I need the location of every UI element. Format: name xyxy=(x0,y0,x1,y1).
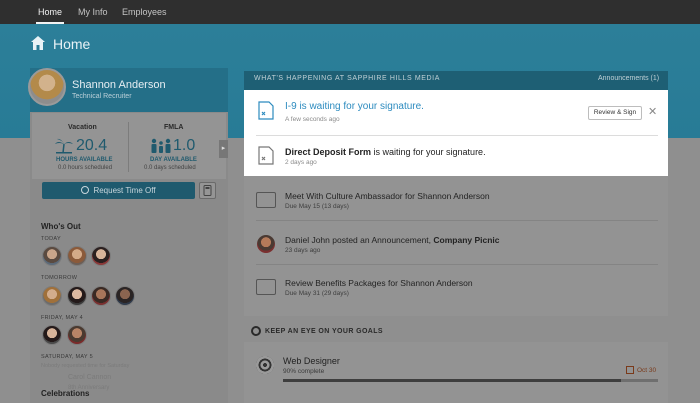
author-avatar[interactable] xyxy=(257,235,275,253)
goal-progress-fill xyxy=(283,379,621,382)
divider xyxy=(256,135,658,136)
feed-item-title[interactable]: Direct Deposit Form is waiting for your … xyxy=(285,147,486,157)
whos-out-avatar[interactable] xyxy=(91,286,111,306)
id-card-icon xyxy=(256,192,276,208)
calculator-button[interactable] xyxy=(199,182,216,199)
fmla-label: FMLA xyxy=(164,124,184,131)
whos-out-title: Who's Out xyxy=(41,222,81,231)
review-sign-button[interactable]: Review & Sign xyxy=(588,106,642,120)
goals-section-title: KEEP AN EYE ON YOUR GOALS xyxy=(265,328,384,335)
fmla-value: 1.0 xyxy=(173,137,196,154)
whos-out-avatar[interactable] xyxy=(42,286,62,306)
nav-home[interactable]: Home xyxy=(35,0,65,24)
page-title: Home xyxy=(53,36,91,52)
celebrations-title: Celebrations xyxy=(41,389,90,398)
feed-item-time: 23 days ago xyxy=(285,247,321,254)
nav-my-info[interactable]: My Info xyxy=(78,0,108,24)
nav-employees[interactable]: Employees xyxy=(122,0,167,24)
whos-out-day-saturday: SATURDAY, MAY 5 xyxy=(41,354,93,360)
vacation-unit: HOURS AVAILABLE xyxy=(56,157,113,163)
calendar-plus-icon xyxy=(81,186,90,194)
chevron-right-icon[interactable]: ▸ xyxy=(219,140,228,158)
request-time-off-label: Request Time Off xyxy=(93,186,156,195)
document-icon xyxy=(258,146,274,165)
feed-item-bold: Direct Deposit Form xyxy=(285,147,372,157)
document-icon xyxy=(258,101,274,120)
stat-divider xyxy=(128,122,129,172)
palm-tree-icon xyxy=(55,138,73,154)
whos-out-avatar[interactable] xyxy=(42,325,62,345)
feed-item-title[interactable]: Meet With Culture Ambassador for Shannon… xyxy=(285,191,490,201)
vacation-value: 20.4 xyxy=(76,137,108,154)
feed-item-title[interactable]: Daniel John posted an Announcement, Comp… xyxy=(285,235,500,245)
calendar-icon xyxy=(626,366,634,374)
whos-out-day-today: TODAY xyxy=(41,236,61,242)
fmla-unit: DAY AVAILABLE xyxy=(150,157,197,163)
divider xyxy=(256,220,658,221)
whos-out-avatar[interactable] xyxy=(115,286,135,306)
celebration-name: Carol Cannon xyxy=(68,374,112,381)
vacation-scheduled: 0.0 hours scheduled xyxy=(58,165,113,171)
feed-item-title[interactable]: Review Benefits Packages for Shannon And… xyxy=(285,278,473,288)
id-card-icon xyxy=(256,279,276,295)
home-icon xyxy=(31,36,45,50)
profile-role: Technical Recruiter xyxy=(72,93,132,100)
feed-item-title[interactable]: I-9 is waiting for your signature. xyxy=(285,101,424,112)
goal-progress-text: 90% complete xyxy=(283,368,325,375)
profile-name[interactable]: Shannon Anderson xyxy=(72,79,166,91)
feed-item-rest: is waiting for your signature. xyxy=(371,147,486,157)
divider xyxy=(256,264,658,265)
target-icon xyxy=(251,326,261,336)
goal-target-icon xyxy=(256,356,274,374)
goal-title[interactable]: Web Designer xyxy=(283,356,340,366)
whos-out-avatar[interactable] xyxy=(67,246,87,266)
feed-item-time: Due May 15 (13 days) xyxy=(285,203,349,210)
whos-out-avatar[interactable] xyxy=(42,246,62,266)
calculator-icon xyxy=(203,185,212,196)
feed-item-bold: Company Picnic xyxy=(433,235,500,245)
feed-item-time: Due May 31 (29 days) xyxy=(285,290,349,297)
top-nav: Home My Info Employees xyxy=(0,0,700,24)
whos-out-avatar[interactable] xyxy=(67,286,87,306)
whos-out-avatar[interactable] xyxy=(91,246,111,266)
announcements-link[interactable]: Announcements (1) xyxy=(598,75,659,82)
family-icon xyxy=(151,138,171,153)
avatar[interactable] xyxy=(28,68,66,106)
whos-out-empty: Nobody requested time for Saturday xyxy=(41,363,130,369)
whos-out-day-friday: FRIDAY, MAY 4 xyxy=(41,315,84,321)
whos-out-avatar[interactable] xyxy=(67,325,87,345)
feed-item-rest: Daniel John posted an Announcement, xyxy=(285,235,434,245)
goal-progress-track xyxy=(283,379,658,382)
feed-item-time: 2 days ago xyxy=(285,159,317,166)
feed-item-time: A few seconds ago xyxy=(285,116,340,123)
panel-title: WHAT'S HAPPENING AT SAPPHIRE HILLS MEDIA xyxy=(254,75,440,82)
whos-out-day-tomorrow: TOMORROW xyxy=(41,275,78,281)
vacation-label: Vacation xyxy=(68,124,97,131)
close-icon[interactable]: ✕ xyxy=(648,105,657,118)
request-time-off-button[interactable]: Request Time Off xyxy=(42,182,195,199)
fmla-scheduled: 0.0 days scheduled xyxy=(144,165,196,171)
goal-due-date: Oct 30 xyxy=(637,367,657,374)
